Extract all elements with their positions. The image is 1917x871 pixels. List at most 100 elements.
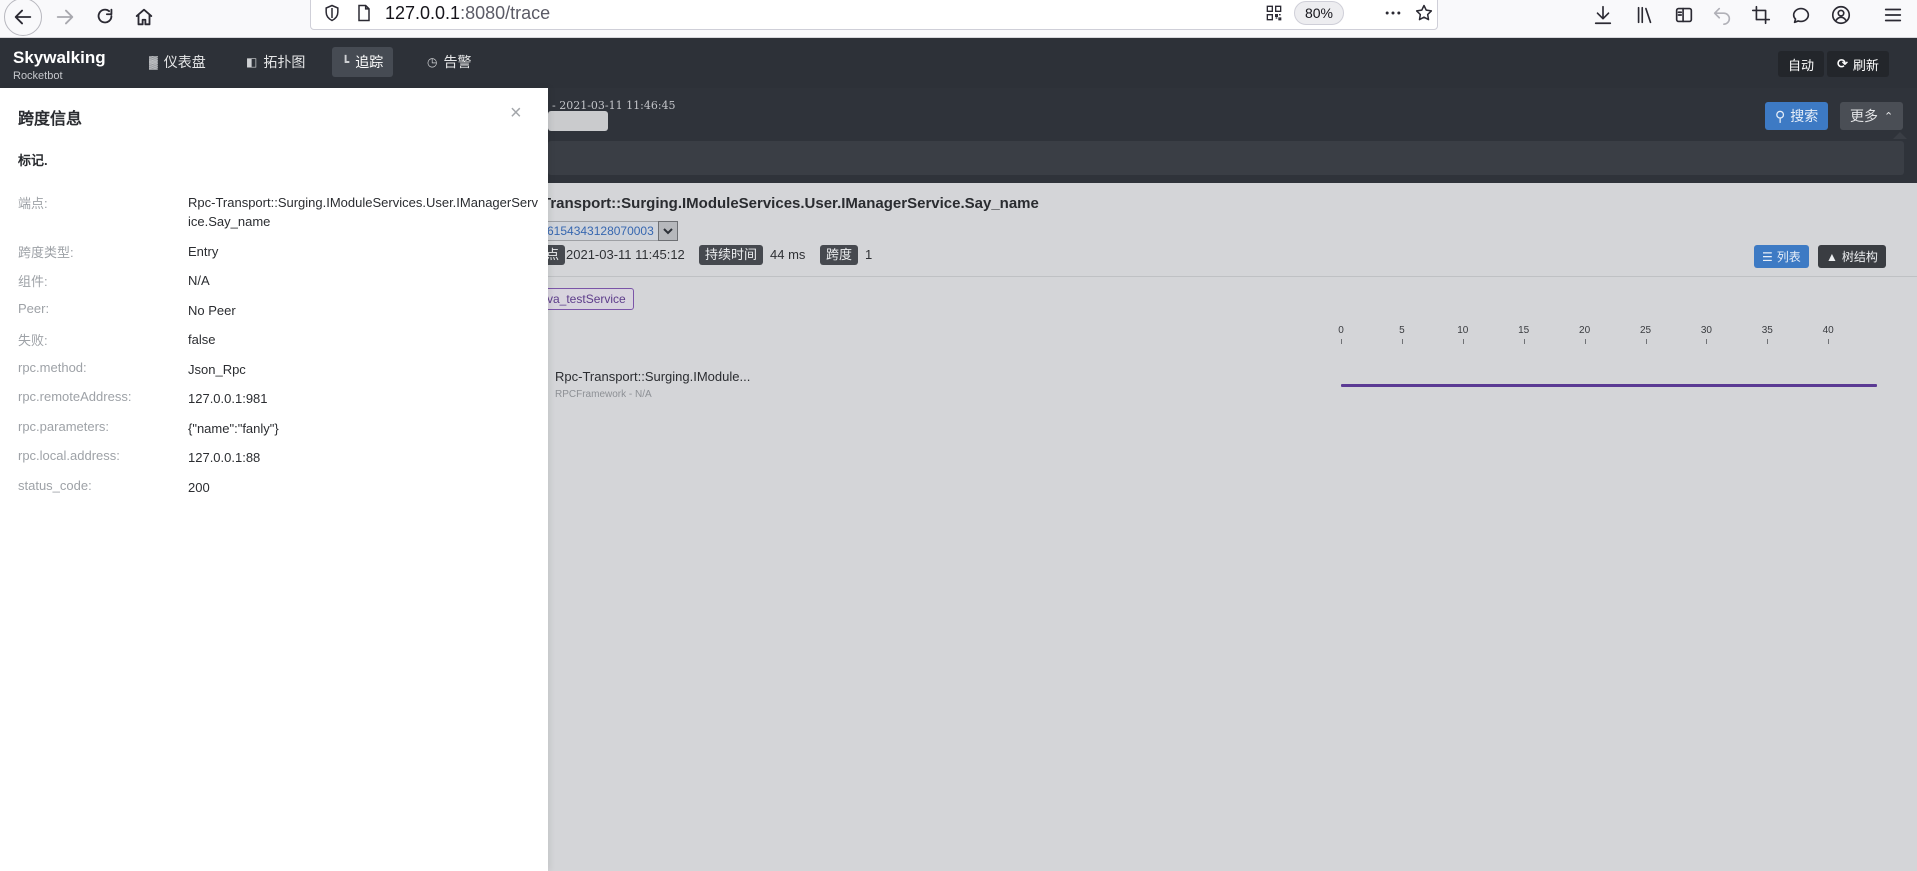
dashboard-icon: ▓ (149, 55, 158, 69)
app-header: Skywalking Rocketbot ▓ 仪表盘 ◧ 拓扑图 ┗ 追踪 ◷ … (0, 38, 1917, 88)
back-button[interactable] (4, 0, 42, 36)
list-view-label: 列表 (1776, 250, 1801, 264)
arrow-right-icon (56, 9, 74, 25)
tag-value: false (188, 332, 216, 347)
axis-tick-label: 10 (1457, 325, 1469, 336)
account-icon[interactable] (1826, 0, 1856, 30)
tag-value: No Peer (188, 303, 236, 318)
zoom-level-badge[interactable]: 80% (1294, 1, 1344, 25)
url-path: :8080/trace (460, 3, 551, 23)
tag-key: Peer: (18, 301, 50, 316)
tag-value: N/A (188, 273, 210, 288)
axis-tick-mark (1341, 339, 1342, 344)
tag-value: 127.0.0.1:88 (188, 450, 261, 465)
more-button[interactable]: 更多 ⌃ (1840, 102, 1904, 130)
divider (548, 276, 1917, 277)
nav-topology-label: 拓扑图 (263, 54, 306, 70)
span-name: Rpc-Transport::Surging.IModule... (555, 369, 751, 384)
auto-refresh-button[interactable]: 自动 (1778, 51, 1825, 77)
axis-tick-label: 0 (1338, 325, 1344, 336)
url-host: 127.0.0.1 (385, 3, 461, 23)
chevron-down-icon (657, 221, 678, 241)
chevron-up-icon: ⌃ (1884, 110, 1894, 123)
crop-icon[interactable] (1746, 0, 1776, 30)
tag-key: status_code: (18, 478, 92, 493)
axis-tick-mark (1767, 339, 1769, 344)
tag-key: rpc.local.address: (18, 448, 120, 463)
list-view-button[interactable]: ☰ 列表 (1754, 245, 1809, 268)
search-input[interactable] (548, 111, 608, 131)
refresh-label: 刷新 (1852, 57, 1879, 73)
sidebar-icon[interactable] (1669, 0, 1699, 30)
alarm-icon: ◷ (427, 55, 438, 69)
axis-tick-label: 25 (1639, 325, 1652, 336)
qr-code-icon[interactable] (1264, 3, 1284, 23)
axis-tick-label: 5 (1399, 325, 1405, 336)
span-subtitle: RPCFramework - N/A (555, 389, 652, 400)
forward-button[interactable] (48, 0, 82, 34)
downloads-icon[interactable] (1588, 0, 1618, 30)
duration-value: 44 ms (770, 247, 806, 262)
axis-tick-mark (1584, 339, 1586, 344)
auto-refresh-label: 自动 (1788, 57, 1815, 73)
url-text[interactable]: 127.0.0.1:8080/trace (385, 3, 550, 24)
undo-icon[interactable] (1707, 0, 1737, 30)
bookmark-star-icon[interactable] (1414, 3, 1434, 23)
nav-dashboard[interactable]: ▓ 仪表盘 (139, 47, 216, 77)
axis-tick-label: 30 (1700, 325, 1712, 336)
nav-dashboard-label: 仪表盘 (163, 54, 206, 70)
trace-title: Transport::Surging.IModuleServices.User.… (542, 195, 1039, 212)
trace-id-select[interactable]: 6154343128070003 (540, 221, 678, 241)
logo-title: Skywalking (13, 48, 106, 67)
tag-key: 组件: (18, 274, 48, 289)
search-icon: ⚲ (1775, 107, 1786, 124)
reload-icon (97, 8, 113, 24)
reload-button[interactable] (88, 0, 122, 34)
tag-key: rpc.remoteAddress: (18, 389, 132, 404)
time-range-bar[interactable] (548, 141, 1904, 175)
nav-topology[interactable]: ◧ 拓扑图 (236, 47, 315, 77)
span-info-drawer: 跨度信息 × 标记. 端点: Rpc-Transport::Surging.IMo… (0, 88, 548, 871)
axis-tick-mark (1462, 339, 1464, 344)
refresh-button[interactable]: ⟳ 刷新 (1827, 51, 1889, 77)
tree-icon: ▲ (1826, 249, 1838, 264)
list-icon: ☰ (1762, 249, 1773, 264)
tag-value: Entry (188, 244, 219, 259)
more-button-label: 更多 (1850, 108, 1878, 124)
page-icon (358, 4, 370, 22)
library-icon[interactable] (1630, 0, 1660, 30)
axis-tick-label: 35 (1761, 325, 1773, 336)
dropdown-caret (1893, 132, 1907, 139)
close-icon[interactable]: × (510, 103, 522, 123)
chat-icon[interactable] (1786, 0, 1816, 30)
trace-icon: ┗ (342, 55, 350, 69)
home-button[interactable] (127, 0, 161, 34)
shield-icon (325, 4, 339, 22)
nav-trace[interactable]: ┗ 追踪 (332, 47, 394, 77)
more-actions-icon[interactable] (1383, 3, 1403, 23)
refresh-icon: ⟳ (1837, 56, 1848, 71)
axis-tick-label: 40 (1822, 325, 1834, 336)
url-bar[interactable]: 127.0.0.1:8080/trace 80% (310, 0, 1438, 30)
tag-value: 200 (188, 480, 210, 495)
axis-tick-mark (1828, 339, 1830, 344)
topology-icon: ◧ (246, 55, 258, 69)
axis-tick-label: 15 (1518, 325, 1530, 336)
span-duration-bar[interactable] (1341, 384, 1877, 387)
time-range-text: - 2021-03-11 11:46:45 (552, 99, 676, 112)
axis-tick-label: 20 (1579, 325, 1591, 336)
axis-tick-mark (1645, 339, 1647, 344)
span-count-value: 1 (865, 247, 873, 262)
span-count-badge: 跨度 (820, 245, 859, 265)
tag-value: {"name":"fanly"} (188, 421, 279, 436)
service-tag[interactable]: va_testService (540, 288, 634, 310)
tag-key: rpc.method: (18, 360, 87, 375)
tree-view-button[interactable]: ▲ 树结构 (1818, 245, 1886, 268)
nav-alarm-label: 告警 (443, 54, 472, 70)
axis-tick-mark (1401, 339, 1403, 344)
search-button[interactable]: ⚲ 搜索 (1765, 102, 1829, 130)
search-button-label: 搜索 (1790, 108, 1819, 124)
menu-icon[interactable] (1878, 0, 1908, 30)
nav-alarm[interactable]: ◷ 告警 (417, 47, 481, 77)
tag-value: Rpc-Transport::Surging.IModuleServices.U… (188, 195, 538, 229)
